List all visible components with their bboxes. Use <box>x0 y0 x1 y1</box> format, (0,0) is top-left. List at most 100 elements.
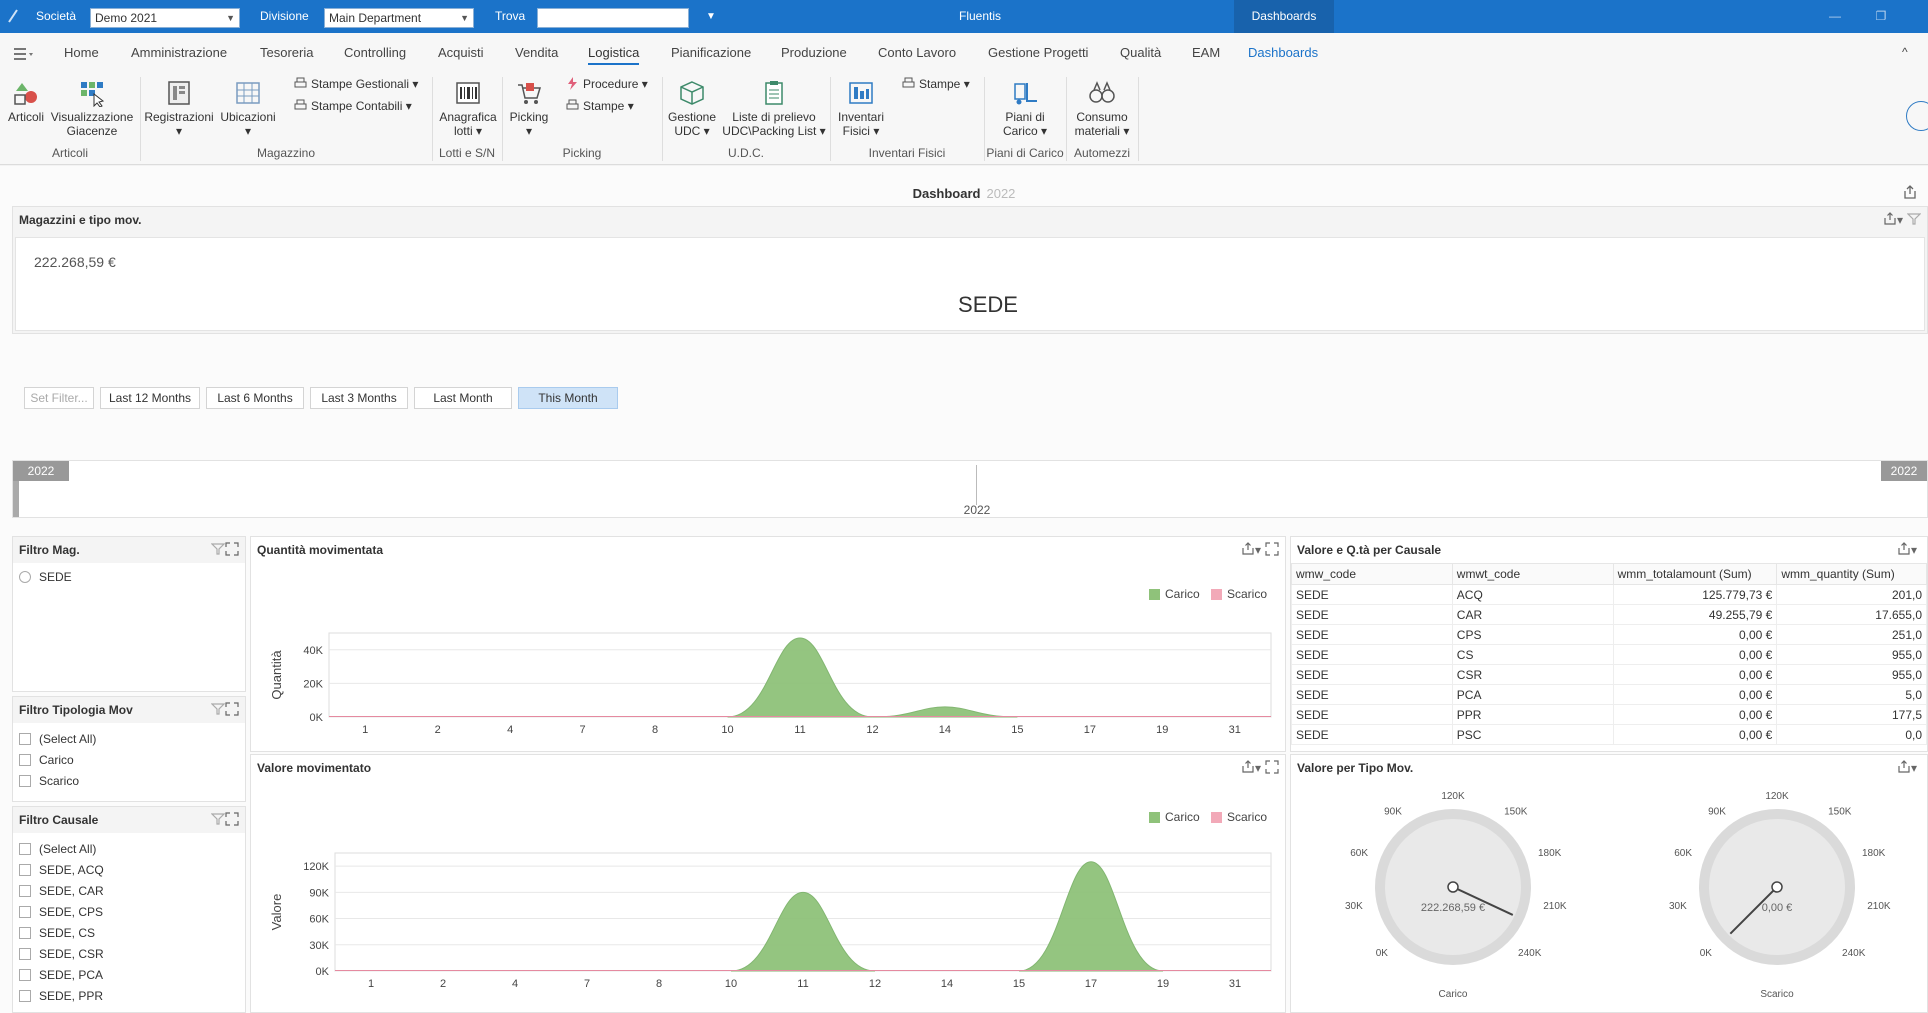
expand-icon[interactable] <box>225 542 239 556</box>
export-icon[interactable] <box>1897 542 1911 556</box>
column-header[interactable]: wmw_code <box>1291 563 1453 585</box>
filtro-mag-item[interactable]: SEDE <box>19 569 72 585</box>
checkbox-scarico[interactable]: Scarico <box>19 773 79 789</box>
expand-icon[interactable] <box>225 812 239 826</box>
stampe-inventari-button[interactable]: Stampe ▾ <box>902 75 970 93</box>
articoli-button[interactable]: Articoli <box>4 79 48 124</box>
export-icon[interactable] <box>1902 184 1918 203</box>
checkbox[interactable] <box>19 969 31 981</box>
expand-icon[interactable] <box>1265 760 1279 774</box>
tab-qualita[interactable]: Qualità <box>1120 45 1161 65</box>
search-circle-icon[interactable] <box>1906 101 1928 131</box>
checkbox-causale[interactable]: SEDE, PPR <box>19 988 103 1004</box>
tab-conto-lavoro[interactable]: Conto Lavoro <box>878 45 956 65</box>
checkbox[interactable] <box>19 864 31 876</box>
checkbox[interactable] <box>19 927 31 939</box>
filter-icon[interactable] <box>211 702 225 716</box>
tab-dashboards[interactable]: Dashboards <box>1248 45 1318 65</box>
export-icon[interactable] <box>1883 212 1897 226</box>
piani-carico-button[interactable]: Piani di Carico ▾ <box>990 79 1060 138</box>
checkbox[interactable] <box>19 906 31 918</box>
chevron-down-icon[interactable]: ▾ <box>1911 543 1921 557</box>
last-3-months-button[interactable]: Last 3 Months <box>310 387 408 409</box>
column-header[interactable]: wmwt_code <box>1451 563 1614 585</box>
expand-icon[interactable] <box>1265 542 1279 556</box>
division-combo[interactable]: Main Department ▼ <box>324 8 474 28</box>
table-row[interactable]: SEDE CSR 0,00 €955,0 <box>1291 664 1927 685</box>
checkbox-causale[interactable]: (Select All) <box>19 841 96 857</box>
liste-prelievo-button[interactable]: Liste di prelievo UDC\Packing List ▾ <box>722 79 826 138</box>
search-input[interactable] <box>537 8 689 28</box>
last-6-months-button[interactable]: Last 6 Months <box>206 387 304 409</box>
checkbox[interactable] <box>19 990 31 1002</box>
tab-vendita[interactable]: Vendita <box>515 45 558 65</box>
tab-pianificazione[interactable]: Pianificazione <box>671 45 751 65</box>
table-row[interactable]: SEDE CS 0,00 €955,0 <box>1291 644 1927 665</box>
checkbox[interactable] <box>19 775 31 787</box>
tab-controlling[interactable]: Controlling <box>344 45 406 65</box>
range-selector[interactable]: 2022 2022 2022 <box>12 460 1928 518</box>
radio-button[interactable] <box>19 571 31 583</box>
table-row[interactable]: SEDE PSC 0,00 €0,0 <box>1291 724 1927 745</box>
checkbox-causale[interactable]: SEDE, CSR <box>19 946 104 962</box>
ubicazioni-button[interactable]: Ubicazioni ▾ <box>218 79 278 138</box>
tab-tesoreria[interactable]: Tesoreria <box>260 45 313 65</box>
checkbox-causale[interactable]: SEDE, PCA <box>19 967 103 983</box>
column-header[interactable]: wmm_quantity (Sum) <box>1776 563 1927 585</box>
anagrafica-lotti-button[interactable]: Anagrafica lotti ▾ <box>436 79 500 138</box>
tab-home[interactable]: Home <box>64 45 99 65</box>
column-header[interactable]: wmm_totalamount (Sum) <box>1612 563 1778 585</box>
tab-acquisti[interactable]: Acquisti <box>438 45 484 65</box>
ribbon-menu-icon[interactable] <box>14 47 34 67</box>
export-icon[interactable] <box>1897 760 1911 774</box>
checkbox[interactable] <box>19 733 31 745</box>
last-month-button[interactable]: Last Month <box>414 387 512 409</box>
stampe-picking-button[interactable]: Stampe ▾ <box>566 97 634 115</box>
minimize-button[interactable]: — <box>1818 0 1852 33</box>
collapse-ribbon-button[interactable]: ^ <box>1902 45 1908 65</box>
chevron-down-icon[interactable]: ▾ <box>1911 761 1921 775</box>
checkbox-causale[interactable]: SEDE, CAR <box>19 883 104 899</box>
restore-button[interactable]: ❐ <box>1864 0 1898 33</box>
filter-icon[interactable] <box>211 542 225 556</box>
gestione-udc-button[interactable]: Gestione UDC ▾ <box>664 79 720 138</box>
checkbox-causale[interactable]: SEDE, CS <box>19 925 95 941</box>
visualizzazione-giacenze-button[interactable]: Visualizzazione Giacenze <box>50 79 134 138</box>
table-row[interactable]: SEDE CAR 49.255,79 €17.655,0 <box>1291 604 1927 625</box>
checkbox[interactable] <box>19 843 31 855</box>
checkbox-carico[interactable]: Carico <box>19 752 74 768</box>
tab-logistica[interactable]: Logistica <box>588 45 640 65</box>
tab-amministrazione[interactable]: Amministrazione <box>131 45 227 65</box>
table-row[interactable]: SEDE PCA 0,00 €5,0 <box>1291 684 1927 705</box>
export-icon[interactable] <box>1241 542 1255 556</box>
last-12-months-button[interactable]: Last 12 Months <box>100 387 200 409</box>
company-combo[interactable]: Demo 2021 ▼ <box>90 8 240 28</box>
this-month-button[interactable]: This Month <box>518 387 618 409</box>
export-icon[interactable] <box>1241 760 1255 774</box>
checkbox[interactable] <box>19 754 31 766</box>
consumo-materiali-button[interactable]: Consumo materiali ▾ <box>1068 79 1136 138</box>
chevron-down-icon[interactable]: ▾ <box>1255 543 1265 557</box>
chevron-down-icon[interactable]: ▾ <box>1255 761 1265 775</box>
expand-icon[interactable] <box>225 702 239 716</box>
checkbox-causale[interactable]: SEDE, ACQ <box>19 862 104 878</box>
search-dropdown-icon[interactable]: ▼ <box>706 0 716 33</box>
set-filter-button[interactable]: Set Filter... <box>24 387 94 409</box>
tab-gestione-progetti[interactable]: Gestione Progetti <box>988 45 1088 65</box>
tab-produzione[interactable]: Produzione <box>781 45 847 65</box>
filter-icon[interactable] <box>1907 212 1921 226</box>
procedure-button[interactable]: Procedure ▾ <box>566 75 648 93</box>
checkbox[interactable] <box>19 948 31 960</box>
stampe-contabili-button[interactable]: Stampe Contabili ▾ <box>294 97 412 115</box>
checkbox-causale[interactable]: SEDE, CPS <box>19 904 103 920</box>
checkbox-select-all[interactable]: (Select All) <box>19 731 96 747</box>
picking-button[interactable]: Picking ▾ <box>504 79 554 138</box>
filter-icon[interactable] <box>211 812 225 826</box>
table-row[interactable]: SEDE PPR 0,00 €177,5 <box>1291 704 1927 725</box>
inventari-fisici-button[interactable]: Inventari Fisici ▾ <box>834 79 888 138</box>
stampe-gestionali-button[interactable]: Stampe Gestionali ▾ <box>294 75 418 93</box>
app-icon[interactable] <box>6 0 20 33</box>
tab-eam[interactable]: EAM <box>1192 45 1220 65</box>
checkbox[interactable] <box>19 885 31 897</box>
dashboards-window-tab[interactable]: Dashboards <box>1234 0 1334 33</box>
